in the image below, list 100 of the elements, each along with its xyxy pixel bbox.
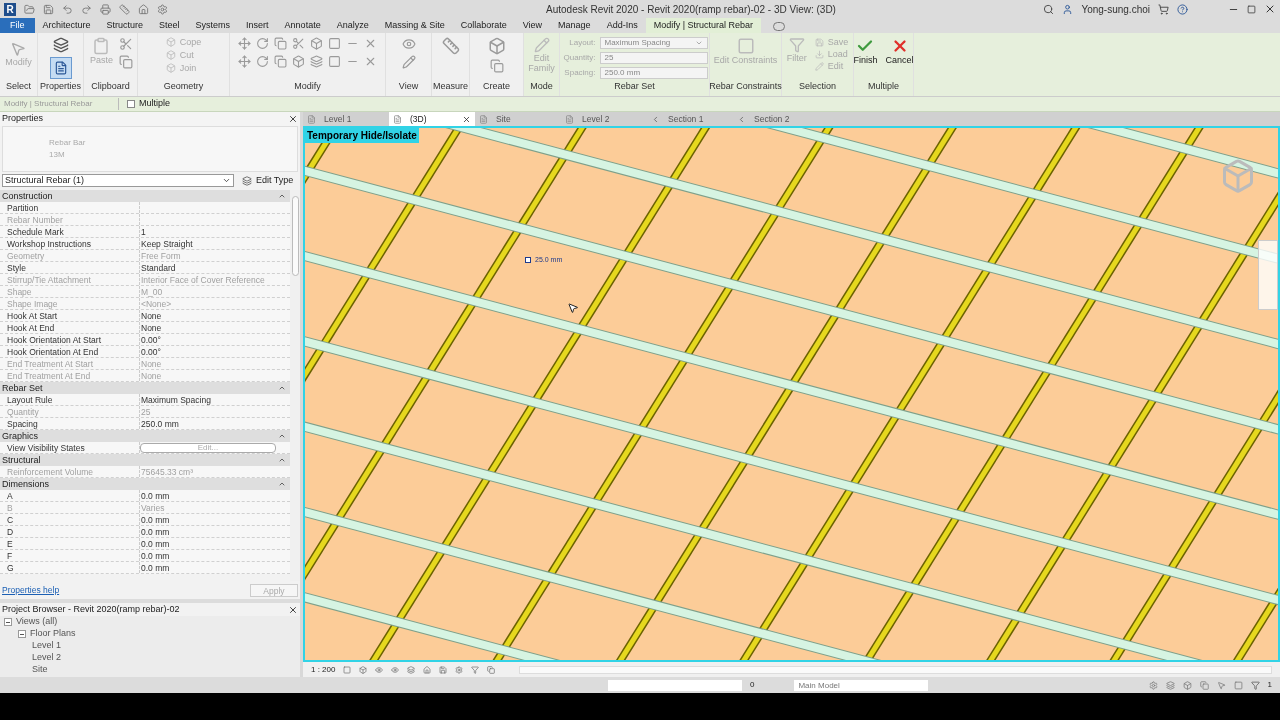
quick-access-icon[interactable]: [100, 3, 111, 15]
modify-tool-icon[interactable]: [238, 37, 251, 50]
panel-label[interactable]: Create: [483, 79, 510, 96]
property-value[interactable]: Keep Straight: [140, 237, 193, 249]
user-name[interactable]: Yong-sung.choi: [1081, 1, 1150, 17]
close-icon[interactable]: [288, 604, 298, 615]
property-value[interactable]: 0.0 mm: [140, 561, 170, 573]
design-option-dropdown[interactable]: Main Model: [794, 679, 929, 691]
group-header[interactable]: Construction: [0, 189, 53, 202]
ribbon-tab[interactable]: Insert: [238, 18, 277, 33]
view-tab[interactable]: Level 2: [561, 112, 647, 126]
view-control-icon[interactable]: [487, 665, 496, 674]
group-header[interactable]: Structural: [0, 453, 41, 466]
property-value[interactable]: 0.0 mm: [140, 537, 170, 549]
layout-dropdown[interactable]: Maximum Spacing: [599, 37, 708, 49]
view-tab[interactable]: Section 1: [647, 112, 733, 126]
ribbon-tab[interactable]: Annotate: [276, 18, 329, 33]
help-link[interactable]: Properties help: [2, 583, 60, 597]
view-control-icon[interactable]: [423, 665, 432, 674]
multiple-checkbox[interactable]: [127, 100, 135, 108]
ribbon-tab[interactable]: Manage: [550, 18, 599, 33]
modify-tool-icon[interactable]: [310, 37, 323, 50]
modify-tool-icon[interactable]: [292, 37, 305, 50]
selection-toggle-icon[interactable]: [1199, 680, 1209, 690]
modify-tool-icon[interactable]: [256, 55, 269, 68]
properties-button[interactable]: [49, 57, 72, 79]
ribbon-button[interactable]: Finish: [851, 37, 880, 65]
property-value[interactable]: 0.00°: [140, 345, 161, 357]
tree-item[interactable]: Site: [32, 663, 48, 677]
view-tab[interactable]: Site: [475, 112, 561, 126]
expand-toggle[interactable]: [18, 630, 26, 638]
expand-toggle[interactable]: [4, 618, 12, 626]
view-control-icon[interactable]: [343, 665, 352, 674]
close-icon[interactable]: [462, 114, 471, 124]
view-control-icon[interactable]: [471, 665, 480, 674]
search-icon[interactable]: [1043, 3, 1055, 15]
quick-access-icon[interactable]: [157, 3, 168, 15]
modify-tool-icon[interactable]: [274, 55, 287, 68]
panel-label[interactable]: Modify: [294, 79, 321, 96]
app-logo[interactable]: R: [4, 2, 16, 16]
spacing-field[interactable]: 250.0 mm: [599, 67, 708, 79]
group-header[interactable]: Graphics: [0, 429, 38, 442]
panel-label[interactable]: Rebar Constraints: [709, 79, 782, 96]
ribbon-tab[interactable]: Massing & Site: [376, 18, 453, 33]
ribbon-tab[interactable]: Steel: [151, 18, 188, 33]
view-control-icon[interactable]: [375, 665, 384, 674]
property-value[interactable]: 0.0 mm: [140, 489, 170, 501]
restore-icon[interactable]: [1247, 4, 1256, 14]
view-tab[interactable]: Section 2: [733, 112, 819, 126]
panel-label[interactable]: Clipboard: [91, 79, 130, 96]
ribbon-tab[interactable]: Systems: [187, 18, 239, 33]
checkbox-label[interactable]: Multiple: [139, 97, 170, 111]
view-tab[interactable]: Level 1: [303, 112, 389, 126]
user-icon[interactable]: [1062, 3, 1074, 15]
tree-item[interactable]: Level 2: [32, 651, 62, 665]
selection-toggle-icon[interactable]: [1165, 680, 1175, 690]
ribbon-tab[interactable]: Modify | Structural Rebar: [645, 18, 762, 33]
lock-icon[interactable]: [525, 257, 531, 264]
filter-icon[interactable]: [1250, 680, 1260, 690]
view-control-icon[interactable]: [407, 665, 416, 674]
modify-tool-icon[interactable]: [310, 55, 323, 68]
property-value[interactable]: 0.00°: [140, 333, 161, 345]
panel-label[interactable]: Rebar Set: [614, 79, 655, 96]
selection-toggle-icon[interactable]: [1148, 680, 1158, 690]
view-control-icon[interactable]: [391, 665, 400, 674]
ribbon-tab[interactable]: Structure: [98, 18, 152, 33]
navigation-bar[interactable]: [1258, 240, 1278, 310]
view-control-icon[interactable]: [439, 665, 448, 674]
modify-tool-icon[interactable]: [274, 37, 287, 50]
horizontal-scrollbar[interactable]: [519, 665, 1272, 674]
property-value[interactable]: 0.0 mm: [140, 513, 170, 525]
modify-tool-icon[interactable]: [292, 55, 305, 68]
view-tab[interactable]: (3D): [389, 112, 475, 126]
modify-tool-icon[interactable]: [328, 55, 341, 68]
ribbon-tab[interactable]: Add-Ins: [598, 18, 646, 33]
cart-icon[interactable]: [1158, 3, 1169, 15]
property-value[interactable]: 250.0 mm: [140, 417, 179, 429]
property-value[interactable]: 1: [140, 225, 146, 237]
workset-dropdown[interactable]: [608, 679, 742, 691]
property-value[interactable]: None: [140, 309, 162, 321]
ribbon-tab[interactable]: Architecture: [34, 18, 99, 33]
quick-access-icon[interactable]: [62, 3, 73, 15]
modify-tool-icon[interactable]: [364, 55, 377, 68]
quick-access-icon[interactable]: [138, 3, 149, 15]
panel-label[interactable]: View: [398, 79, 419, 96]
modify-tool-icon[interactable]: [256, 37, 269, 50]
modify-tool-icon[interactable]: [238, 55, 251, 68]
tree-item[interactable]: Views (all): [16, 616, 58, 629]
close-icon[interactable]: [288, 114, 298, 124]
modify-tool-icon[interactable]: [328, 37, 341, 50]
quick-access-icon[interactable]: [119, 3, 130, 15]
tree-item[interactable]: Level 1: [32, 639, 62, 653]
modify-tool-icon[interactable]: [364, 37, 377, 50]
view-cube-icon[interactable]: [1220, 158, 1256, 194]
panel-label[interactable]: Selection: [799, 79, 836, 96]
ribbon-tab[interactable]: Collaborate: [452, 18, 515, 33]
panel-label[interactable]: Multiple: [868, 79, 899, 96]
property-value[interactable]: Maximum Spacing: [140, 393, 211, 405]
scale-label[interactable]: 1 : 200: [311, 663, 336, 676]
tree-item[interactable]: Floor Plans: [30, 627, 76, 641]
